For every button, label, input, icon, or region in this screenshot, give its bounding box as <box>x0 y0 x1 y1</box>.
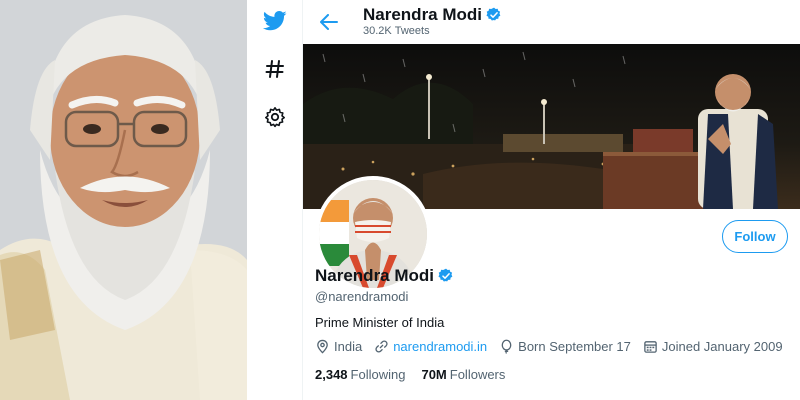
twitter-logo-icon[interactable] <box>247 6 303 36</box>
tweet-count-value: 30.2K <box>363 25 392 37</box>
followers-stat[interactable]: 70M Followers <box>421 367 505 382</box>
follow-button[interactable]: Follow <box>722 220 788 253</box>
follow-button-label: Follow <box>734 229 776 244</box>
birthday-text: Born September 17 <box>518 339 631 354</box>
verified-badge-icon <box>438 268 453 282</box>
balloon-icon <box>501 339 512 354</box>
verified-badge-icon <box>486 7 501 21</box>
header-name-text: Narendra Modi <box>363 5 483 24</box>
calendar-icon <box>644 341 657 353</box>
meta-joined: Joined January 2009 <box>643 339 783 354</box>
back-button[interactable] <box>315 8 343 36</box>
meta-location: India <box>315 339 362 354</box>
location-text: India <box>334 339 363 354</box>
profile-meta: India narendramodi.in Born September 17 <box>315 339 795 354</box>
profile-name: Narendra Modi <box>315 266 454 286</box>
back-arrow-icon <box>320 14 338 30</box>
tweet-count-label: Tweets <box>394 25 430 37</box>
tweet-count: 30.2K Tweets <box>363 25 433 37</box>
profile-bio: Prime Minister of India <box>315 315 445 330</box>
profile-stats: 2,348 Following 70M Followers <box>315 367 521 382</box>
explore-hashtag-icon[interactable] <box>247 55 303 83</box>
meta-birthday: Born September 17 <box>499 339 631 354</box>
profile-header-bar: Narendra Modi 30.2K Tweets <box>303 0 800 44</box>
portrait-photo <box>0 0 247 400</box>
following-label: Following <box>350 367 406 382</box>
profile-name-text: Narendra Modi <box>315 266 435 285</box>
followers-count: 70M <box>421 367 447 382</box>
link-icon <box>375 340 388 353</box>
following-stat[interactable]: 2,348 Following <box>315 367 405 382</box>
settings-gear-icon[interactable] <box>247 103 303 131</box>
joined-text: Joined January 2009 <box>661 339 783 354</box>
following-count: 2,348 <box>315 367 348 382</box>
meta-website[interactable]: narendramodi.in <box>374 339 487 354</box>
location-pin-icon <box>317 339 328 354</box>
followers-label: Followers <box>449 367 506 382</box>
profile-handle: @narendramodi <box>315 289 409 304</box>
profile-main: Narendra Modi 30.2K Tweets Follow Narend… <box>303 0 800 400</box>
nav-rail <box>247 0 303 400</box>
header-profile-name: Narendra Modi <box>363 5 502 25</box>
website-link[interactable]: narendramodi.in <box>393 339 487 354</box>
